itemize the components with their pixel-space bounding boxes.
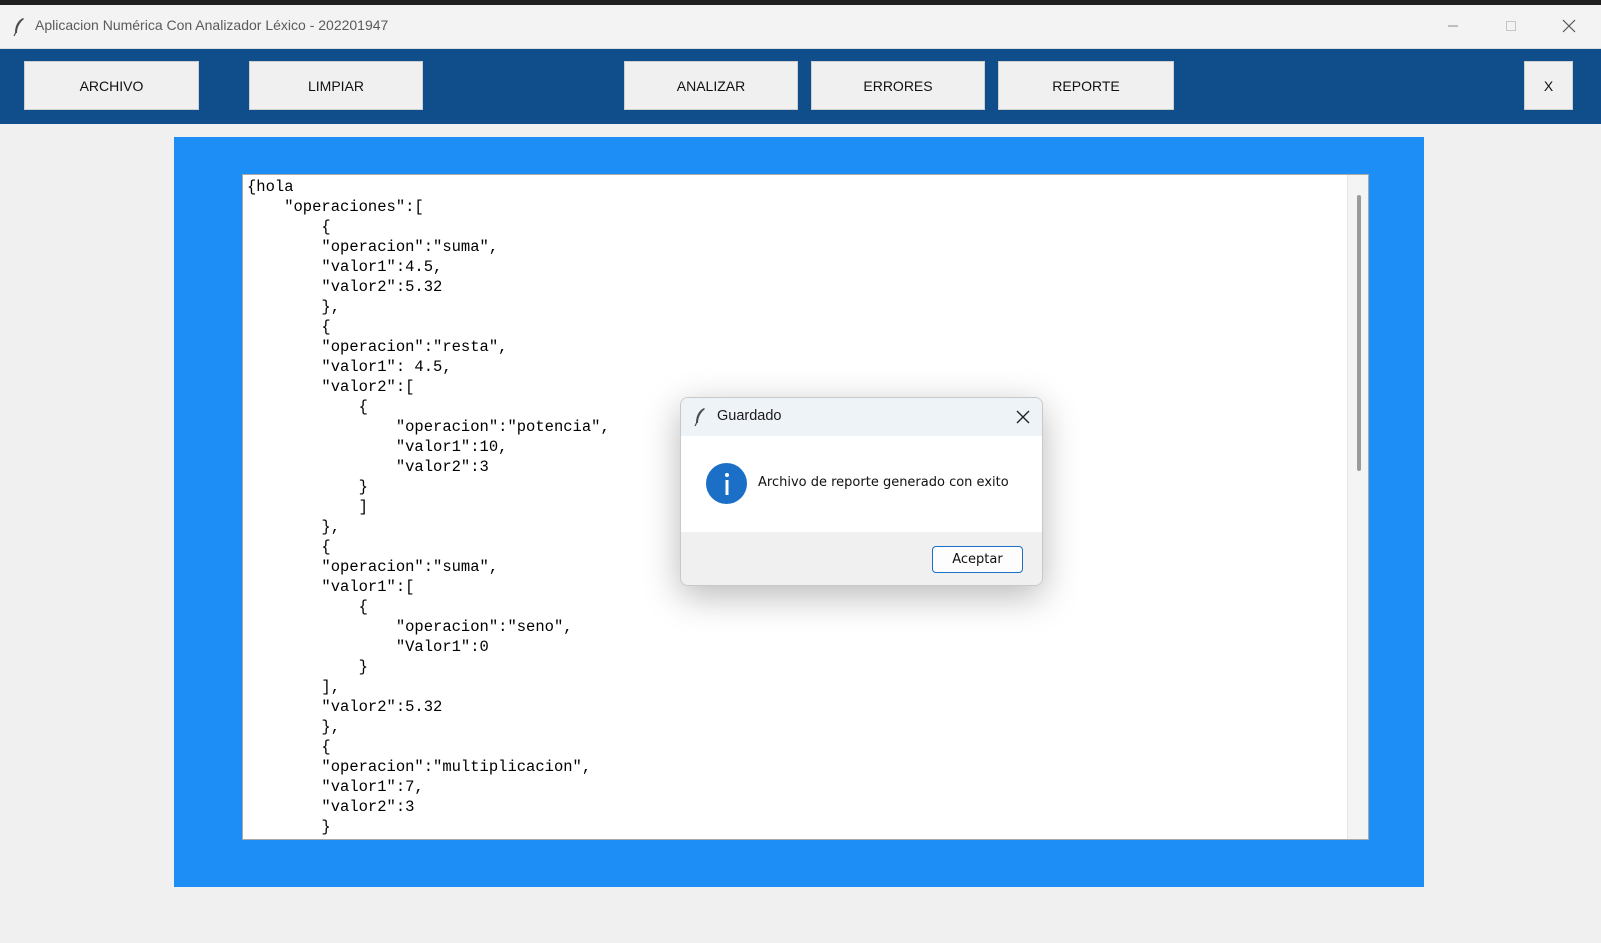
errores-button[interactable]: ERRORES: [811, 61, 985, 110]
dialog-titlebar: Guardado: [681, 398, 1042, 436]
toolbar: ARCHIVO LIMPIAR ANALIZAR ERRORES REPORTE…: [0, 49, 1601, 124]
exit-button[interactable]: X: [1524, 61, 1573, 110]
minimize-icon: [1448, 25, 1458, 27]
window-title: Aplicacion Numérica Con Analizador Léxic…: [35, 17, 389, 33]
dialog-footer: Aceptar: [681, 532, 1042, 585]
dialog-body: Archivo de reporte generado con exito: [681, 436, 1042, 532]
close-icon[interactable]: [1014, 408, 1032, 426]
maximize-button[interactable]: [1482, 5, 1540, 47]
window-titlebar: Aplicacion Numérica Con Analizador Léxic…: [0, 5, 1601, 49]
dialog-message: Archivo de reporte generado con exito: [758, 475, 1009, 490]
feather-icon: [13, 18, 24, 37]
message-dialog: Guardado Archivo de reporte generado con…: [680, 397, 1043, 586]
reporte-button[interactable]: REPORTE: [998, 61, 1174, 110]
scrollbar-thumb[interactable]: [1357, 195, 1361, 471]
window-close-button[interactable]: [1540, 5, 1598, 47]
analizar-button[interactable]: ANALIZAR: [624, 61, 798, 110]
minimize-button[interactable]: [1424, 5, 1482, 47]
aceptar-button[interactable]: Aceptar: [932, 546, 1023, 573]
feather-icon: [694, 408, 705, 427]
dialog-title: Guardado: [717, 408, 782, 424]
limpiar-button[interactable]: LIMPIAR: [249, 61, 423, 110]
maximize-icon: [1506, 21, 1516, 31]
editor-scrollbar[interactable]: [1347, 175, 1368, 839]
archivo-button[interactable]: ARCHIVO: [24, 61, 199, 110]
close-icon: [1562, 19, 1576, 33]
editor-text[interactable]: {hola "operaciones":[ { "operacion":"sum…: [247, 177, 610, 837]
info-icon: [706, 463, 747, 504]
